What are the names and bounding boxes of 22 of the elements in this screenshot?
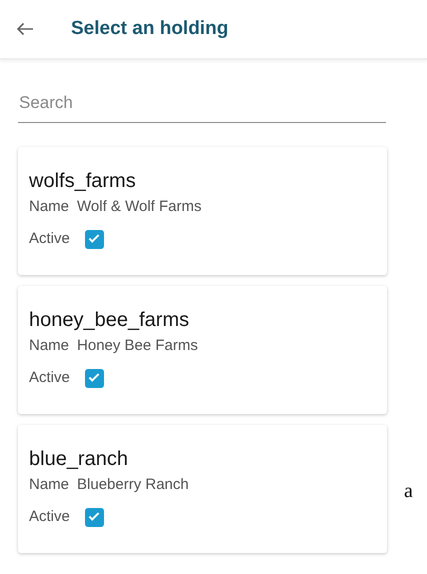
- active-checkbox[interactable]: [84, 230, 104, 249]
- holding-card[interactable]: blue_ranch Name Blueberry Ranch Active: [18, 424, 387, 552]
- holding-card[interactable]: wolfs_farms Name Wolf & Wolf Farms Active: [18, 146, 387, 274]
- holding-name: Wolf & Wolf Farms: [77, 198, 202, 214]
- holding-code: wolfs_farms: [29, 168, 137, 192]
- back-icon[interactable]: [16, 22, 34, 36]
- search-field[interactable]: Search: [18, 86, 386, 122]
- active-label: Active: [29, 229, 70, 249]
- page-title: Select an holding: [71, 18, 228, 40]
- holding-name: Honey Bee Farms: [77, 336, 198, 354]
- active-checkbox[interactable]: [84, 508, 104, 527]
- name-label: Name: [29, 336, 70, 354]
- holding-name: Blueberry Ranch: [77, 476, 189, 492]
- holding-code: blue_ranch: [29, 446, 129, 470]
- stray-letter: a: [404, 478, 413, 504]
- active-label: Active: [29, 368, 70, 388]
- active-checkbox[interactable]: [84, 368, 104, 388]
- holding-code: honey_bee_farms: [29, 308, 190, 332]
- holding-card[interactable]: honey_bee_farms Name Honey Bee Farms Active: [18, 286, 387, 414]
- name-label: Name: [29, 198, 70, 214]
- active-label: Active: [29, 507, 70, 527]
- name-label: Name: [29, 476, 70, 492]
